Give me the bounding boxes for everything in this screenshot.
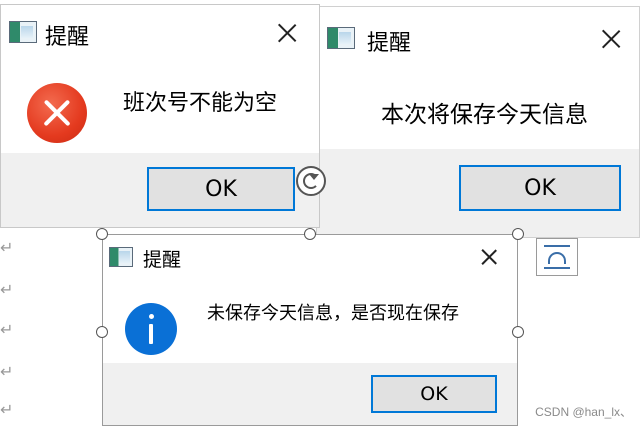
- info-icon: [125, 303, 177, 355]
- dialog-message: 班次号不能为空: [123, 91, 278, 116]
- dialog-footer: OK: [317, 149, 639, 237]
- resize-handle-middle-right[interactable]: [512, 326, 524, 338]
- reminder-dialog-unsaved: 提醒 未保存今天信息，是否现在保存 OK: [102, 234, 518, 426]
- dialog-titlebar[interactable]: 提醒: [103, 235, 517, 279]
- error-icon: [27, 83, 87, 143]
- paragraph-mark: ↵: [0, 400, 14, 419]
- watermark: CSDN @han_lx、: [535, 405, 632, 419]
- layout-line: [544, 267, 570, 269]
- dialog-footer: OK: [103, 363, 517, 425]
- ok-button[interactable]: OK: [371, 375, 497, 413]
- close-icon[interactable]: [479, 247, 499, 267]
- info-stem: [149, 323, 153, 344]
- layout-line: [544, 245, 570, 247]
- reminder-dialog-shift-empty: 提醒 班次号不能为空 OK: [0, 4, 320, 228]
- dialog-title: 提醒: [45, 25, 90, 50]
- dialog-message: 本次将保存今天信息: [381, 102, 588, 128]
- dialog-titlebar[interactable]: 提醒: [317, 7, 639, 67]
- layout-options-icon[interactable]: [536, 238, 578, 276]
- dialog-message: 未保存今天信息，是否现在保存: [207, 303, 459, 324]
- ok-button[interactable]: OK: [147, 167, 295, 211]
- resize-handle-top-left[interactable]: [96, 228, 108, 240]
- reminder-dialog-save-info: 提醒 本次将保存今天信息 OK: [316, 6, 640, 238]
- resize-handle-middle-left[interactable]: [96, 326, 108, 338]
- paragraph-mark: ↵: [0, 238, 14, 257]
- info-dot: [148, 314, 154, 320]
- close-icon[interactable]: [599, 27, 623, 51]
- dialog-footer: OK: [1, 153, 319, 227]
- layout-arc: [548, 252, 566, 264]
- dialog-title: 提醒: [143, 249, 182, 271]
- rotate-handle-icon[interactable]: [296, 166, 326, 196]
- resize-handle-top-right[interactable]: [512, 228, 524, 240]
- app-icon: [9, 21, 37, 43]
- app-icon: [327, 27, 355, 49]
- paragraph-mark: ↵: [0, 320, 14, 339]
- close-icon[interactable]: [275, 21, 299, 45]
- ok-button[interactable]: OK: [459, 165, 621, 211]
- dialog-titlebar[interactable]: 提醒: [1, 5, 319, 57]
- paragraph-mark: ↵: [0, 280, 14, 299]
- app-icon: [109, 247, 133, 267]
- resize-handle-top-center[interactable]: [304, 228, 316, 240]
- dialog-title: 提醒: [367, 31, 412, 56]
- paragraph-mark: ↵: [0, 362, 14, 381]
